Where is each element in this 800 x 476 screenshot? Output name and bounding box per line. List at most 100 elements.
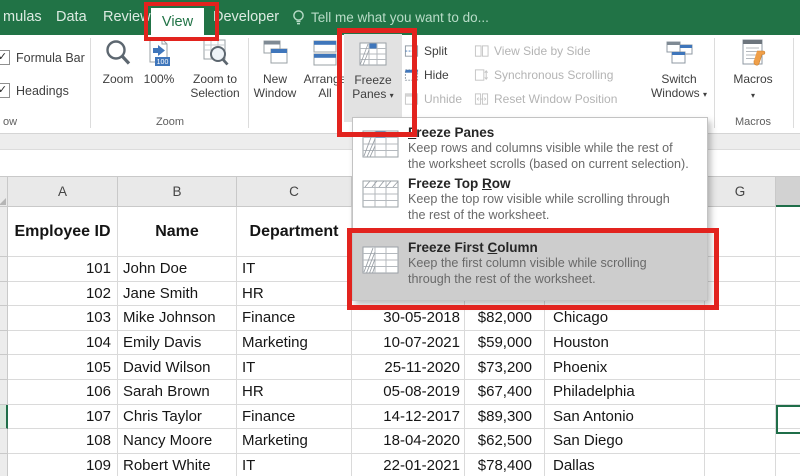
cell[interactable]: $59,000 — [465, 330, 545, 356]
tell-me-box[interactable]: Tell me what you want to do... — [311, 10, 489, 25]
cell[interactable]: $82,000 — [465, 306, 545, 331]
cell[interactable] — [776, 306, 800, 331]
cell[interactable] — [776, 330, 800, 356]
formula-bar-checkbox-row[interactable]: ✓ Formula Bar — [0, 50, 85, 65]
cell[interactable]: HR — [237, 379, 352, 405]
cell[interactable] — [705, 355, 776, 380]
header-cell[interactable]: Department — [237, 207, 352, 257]
row-header[interactable] — [0, 281, 8, 307]
tab-formulas[interactable]: mulas — [3, 9, 42, 25]
macros-button[interactable]: Macros ▾ — [718, 36, 788, 103]
cell[interactable]: Mike Johnson — [118, 306, 237, 331]
cell[interactable] — [705, 306, 776, 331]
row-header[interactable] — [0, 257, 8, 282]
cell[interactable]: 25-11-2020 — [352, 355, 465, 380]
checkbox-checked-icon[interactable]: ✓ — [0, 50, 10, 65]
cell[interactable] — [776, 355, 800, 380]
cell[interactable]: 30-05-2018 — [352, 306, 465, 331]
cell[interactable]: Sarah Brown — [118, 379, 237, 405]
cell[interactable]: 103 — [8, 306, 118, 331]
cell[interactable] — [776, 379, 800, 405]
cell[interactable] — [705, 379, 776, 405]
cell[interactable]: IT — [237, 257, 352, 282]
cell[interactable] — [705, 257, 776, 282]
cell[interactable] — [705, 281, 776, 307]
cell[interactable]: 102 — [8, 281, 118, 307]
cell[interactable]: IT — [237, 453, 352, 476]
split-button[interactable]: Split — [404, 42, 447, 60]
cell[interactable]: Houston — [545, 330, 705, 356]
cell[interactable]: John Doe — [118, 257, 237, 282]
tab-review[interactable]: Review — [103, 9, 151, 25]
zoom-100-button[interactable]: 100 100% — [140, 36, 178, 86]
column-header[interactable]: C — [237, 177, 352, 207]
selected-cell[interactable] — [776, 404, 800, 434]
cell[interactable]: 101 — [8, 257, 118, 282]
header-cell[interactable]: Employee ID — [8, 207, 118, 257]
cell[interactable]: 14-12-2017 — [352, 404, 465, 430]
cell[interactable] — [705, 330, 776, 356]
header-cell[interactable] — [705, 207, 776, 257]
zoom-to-selection-button[interactable]: Zoom to Selection — [180, 36, 250, 100]
hide-button[interactable]: Hide — [404, 66, 449, 84]
cell[interactable] — [776, 453, 800, 476]
cell[interactable] — [705, 453, 776, 476]
column-header[interactable]: B — [118, 177, 237, 207]
menu-item-freeze-first-column[interactable]: Freeze First Column — [408, 240, 538, 255]
new-window-button[interactable]: New Window — [250, 36, 300, 100]
cell[interactable]: $78,400 — [465, 453, 545, 476]
cell[interactable]: $89,300 — [465, 404, 545, 430]
cell[interactable]: $73,200 — [465, 355, 545, 380]
switch-windows-button[interactable]: Switch Windows ▾ — [644, 36, 714, 102]
cell[interactable]: 10-07-2021 — [352, 330, 465, 356]
cell[interactable]: Dallas — [545, 453, 705, 476]
cell[interactable]: Finance — [237, 306, 352, 331]
column-header[interactable]: A — [8, 177, 118, 207]
cell[interactable]: 05-08-2019 — [352, 379, 465, 405]
select-all-corner[interactable] — [0, 177, 8, 207]
zoom-button[interactable]: Zoom — [96, 36, 140, 86]
row-header[interactable] — [0, 379, 8, 405]
cell[interactable]: $62,500 — [465, 429, 545, 454]
freeze-panes-button[interactable]: Freeze Panes ▾ — [344, 34, 402, 122]
cell[interactable]: $67,400 — [465, 379, 545, 405]
cell[interactable]: 107 — [8, 404, 118, 430]
column-header[interactable]: G — [705, 177, 776, 207]
cell[interactable]: 22-01-2021 — [352, 453, 465, 476]
cell[interactable]: David Wilson — [118, 355, 237, 380]
row-header[interactable] — [0, 429, 8, 454]
row-header[interactable] — [0, 306, 8, 331]
headings-checkbox-row[interactable]: ✓ Headings — [0, 83, 69, 98]
cell[interactable] — [776, 281, 800, 307]
cell[interactable]: 18-04-2020 — [352, 429, 465, 454]
row-header[interactable] — [0, 330, 8, 356]
cell[interactable]: Finance — [237, 404, 352, 430]
column-header[interactable] — [776, 177, 800, 207]
cell[interactable] — [705, 404, 776, 430]
tab-data[interactable]: Data — [56, 9, 87, 25]
tab-view[interactable]: View — [151, 8, 204, 35]
cell[interactable]: Jane Smith — [118, 281, 237, 307]
cell[interactable]: Marketing — [237, 429, 352, 454]
row-header[interactable] — [0, 355, 8, 380]
cell[interactable]: Nancy Moore — [118, 429, 237, 454]
header-cell[interactable]: Name — [118, 207, 237, 257]
row-header[interactable] — [0, 453, 8, 476]
cell[interactable]: San Antonio — [545, 404, 705, 430]
cell[interactable]: Chicago — [545, 306, 705, 331]
arrange-all-button[interactable]: Arrange All — [300, 36, 350, 100]
cell[interactable]: Emily Davis — [118, 330, 237, 356]
header-cell[interactable] — [776, 207, 800, 257]
menu-item-freeze-top-row[interactable]: Freeze Top Row — [408, 176, 511, 191]
cell[interactable]: Robert White — [118, 453, 237, 476]
cell[interactable]: Phoenix — [545, 355, 705, 380]
cell[interactable]: 109 — [8, 453, 118, 476]
cell[interactable]: 108 — [8, 429, 118, 454]
cell[interactable]: HR — [237, 281, 352, 307]
cell[interactable]: San Diego — [545, 429, 705, 454]
cell[interactable]: 106 — [8, 379, 118, 405]
cell[interactable] — [705, 429, 776, 454]
cell[interactable]: Philadelphia — [545, 379, 705, 405]
cell[interactable] — [776, 257, 800, 282]
checkbox-checked-icon[interactable]: ✓ — [0, 83, 10, 98]
